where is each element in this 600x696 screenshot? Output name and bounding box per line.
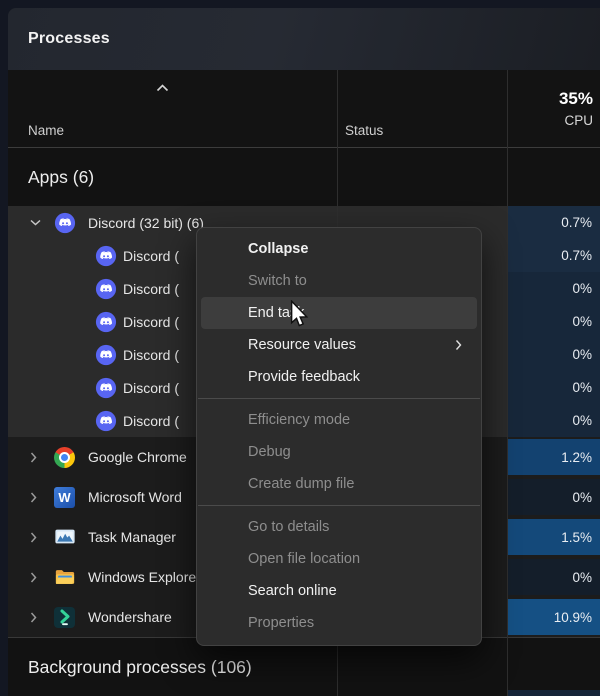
name-column-header[interactable]: Name <box>28 123 64 138</box>
menu-item-debug: Debug <box>201 436 477 468</box>
menu-item-search-online[interactable]: Search online <box>201 575 477 607</box>
cpu-value-cell <box>508 690 600 696</box>
cpu-value-cell: 0% <box>508 559 600 595</box>
menu-item-go-to-details: Go to details <box>201 511 477 543</box>
cpu-value-cell: 0% <box>508 371 600 404</box>
cpu-total-percent: 35% <box>558 89 593 108</box>
status-column-header[interactable]: Status <box>345 123 383 138</box>
cpu-value-cell: 0.7% <box>508 239 600 272</box>
cpu-value-cell: 0% <box>508 305 600 338</box>
menu-item-label: Create dump file <box>248 476 355 492</box>
cpu-value-cell: 1.5% <box>508 519 600 555</box>
cpu-column-label: CPU <box>564 113 593 128</box>
menu-item-efficiency-mode: Efficiency mode <box>201 404 477 436</box>
menu-item-label: Search online <box>248 583 337 599</box>
chevron-right-icon[interactable] <box>30 452 37 463</box>
folder-icon <box>54 566 76 588</box>
section-header-apps: Apps (6) <box>8 148 600 206</box>
process-name: Discord ( <box>123 379 180 396</box>
menu-item-label: Resource values <box>248 337 356 353</box>
discord-icon <box>95 278 117 300</box>
process-name: Discord ( <box>123 247 180 264</box>
menu-item-provide-feedback[interactable]: Provide feedback <box>201 361 477 393</box>
process-name: Discord ( <box>123 346 180 363</box>
menu-item-label: Switch to <box>248 273 307 289</box>
menu-item-resource-values[interactable]: Resource values <box>201 329 477 361</box>
menu-item-label: Go to details <box>248 519 330 535</box>
menu-item-label: Debug <box>248 444 291 460</box>
menu-separator <box>198 505 480 506</box>
chevron-down-icon[interactable] <box>30 219 41 226</box>
discord-icon <box>95 410 117 432</box>
process-name: Google Chrome <box>88 449 187 465</box>
task-manager-window: Processes Name Status 35% CPU Apps (6) D… <box>8 8 600 696</box>
cpu-value-cell: 0% <box>508 338 600 371</box>
cpu-value-cell: 1.2% <box>508 439 600 475</box>
process-name: Wondershare <box>88 609 172 625</box>
discord-icon <box>95 311 117 333</box>
menu-item-open-file-location: Open file location <box>201 543 477 575</box>
cpu-value-cell: 0% <box>508 404 600 437</box>
cpu-value-cell: 0% <box>508 479 600 515</box>
process-name: Task Manager <box>88 529 176 545</box>
cpu-value-cell: 0.7% <box>508 206 600 239</box>
cpu-value-cell: 0% <box>508 272 600 305</box>
context-menu: Collapse Switch to End task Resource val… <box>196 227 482 646</box>
menu-item-label: Open file location <box>248 551 361 567</box>
process-name: Microsoft Word <box>88 489 182 505</box>
menu-item-label: Efficiency mode <box>248 412 351 428</box>
menu-item-switch-to: Switch to <box>201 265 477 297</box>
page-header: Processes <box>8 8 600 70</box>
sort-ascending-icon <box>156 79 169 97</box>
mouse-cursor <box>289 299 309 333</box>
wondershare-icon <box>54 606 75 628</box>
process-name: Discord (32 bit) (6) <box>88 214 204 231</box>
process-name: Discord ( <box>123 280 180 297</box>
chevron-right-icon[interactable] <box>30 532 37 543</box>
menu-separator <box>198 398 480 399</box>
page-title: Processes <box>28 30 110 47</box>
menu-item-create-dump-file: Create dump file <box>201 468 477 500</box>
process-name: Discord ( <box>123 412 180 429</box>
chevron-right-icon[interactable] <box>30 492 37 503</box>
chevron-right-icon[interactable] <box>30 572 37 583</box>
cpu-column-header[interactable]: 35% CPU <box>559 70 593 147</box>
discord-icon <box>95 377 117 399</box>
task-manager-icon <box>54 526 76 548</box>
submenu-arrow-icon <box>455 339 462 351</box>
discord-icon <box>95 245 117 267</box>
discord-icon <box>95 344 117 366</box>
apps-section-label: Apps (6) <box>28 166 95 187</box>
chrome-icon <box>54 446 75 468</box>
cpu-value-cell: 10.9% <box>508 599 600 635</box>
menu-item-properties: Properties <box>201 607 477 639</box>
word-icon: W <box>54 486 75 508</box>
menu-item-label: Collapse <box>248 241 309 257</box>
menu-item-label: Provide feedback <box>248 369 361 385</box>
discord-icon <box>54 212 76 234</box>
background-section-label: Background processes (106) <box>28 656 252 677</box>
menu-item-label: Properties <box>248 615 315 631</box>
process-name: Windows Explorer <box>88 569 201 585</box>
menu-item-collapse[interactable]: Collapse <box>201 233 477 265</box>
table-header: Name Status 35% CPU <box>8 70 600 148</box>
menu-item-end-task[interactable]: End task <box>201 297 477 329</box>
chevron-right-icon[interactable] <box>30 612 37 623</box>
process-name: Discord ( <box>123 313 180 330</box>
